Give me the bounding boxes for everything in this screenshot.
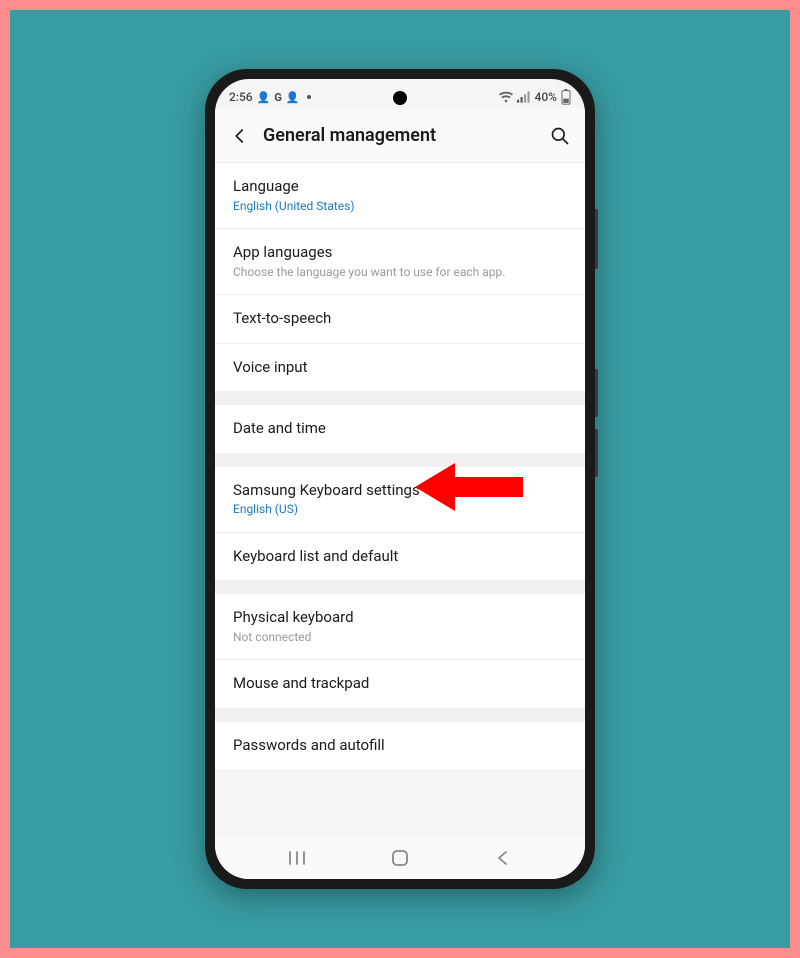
item-title: Keyboard list and default — [233, 547, 567, 567]
phone-side-button — [595, 369, 598, 417]
item-title: Mouse and trackpad — [233, 674, 567, 694]
settings-group: Physical keyboard Not connected Mouse an… — [215, 594, 585, 708]
item-title: Text-to-speech — [233, 309, 567, 329]
item-title: App languages — [233, 243, 567, 263]
item-sub: Not connected — [233, 630, 567, 646]
android-nav-bar — [215, 837, 585, 879]
back-button[interactable] — [229, 125, 251, 147]
nav-back-button[interactable] — [473, 850, 533, 866]
signal-icon — [517, 91, 531, 103]
notification-icon: 👤 — [286, 91, 300, 104]
recents-button[interactable] — [267, 850, 327, 866]
settings-item-samsung-keyboard[interactable]: Samsung Keyboard settings English (US) — [215, 467, 585, 533]
status-left: 2:56 👤 G 👤 — [229, 90, 311, 104]
group-divider — [215, 391, 585, 405]
search-button[interactable] — [549, 125, 571, 147]
settings-group: Language English (United States) App lan… — [215, 163, 585, 391]
item-title: Physical keyboard — [233, 608, 567, 628]
battery-icon — [561, 89, 571, 105]
settings-item-app-languages[interactable]: App languages Choose the language you wa… — [215, 229, 585, 295]
phone-side-button — [595, 429, 598, 477]
status-right: 40% — [499, 89, 571, 105]
item-sub: English (US) — [233, 502, 567, 518]
settings-group: Date and time — [215, 405, 585, 453]
item-sub: English (United States) — [233, 199, 567, 215]
more-notifications-icon — [307, 95, 311, 99]
settings-item-keyboard-list[interactable]: Keyboard list and default — [215, 533, 585, 581]
phone-frame: 2:56 👤 G 👤 40% — [205, 69, 595, 889]
group-divider — [215, 708, 585, 722]
item-title: Voice input — [233, 358, 567, 378]
settings-item-tts[interactable]: Text-to-speech — [215, 295, 585, 344]
group-divider — [215, 453, 585, 467]
settings-item-date-time[interactable]: Date and time — [215, 405, 585, 453]
group-divider — [215, 580, 585, 594]
google-icon: G — [274, 91, 282, 104]
camera-hole — [393, 91, 407, 105]
settings-list: Language English (United States) App lan… — [215, 163, 585, 837]
page-header: General management — [215, 109, 585, 163]
settings-item-physical-keyboard[interactable]: Physical keyboard Not connected — [215, 594, 585, 660]
item-title: Language — [233, 177, 567, 197]
battery-percentage: 40% — [535, 90, 557, 104]
phone-side-button — [595, 209, 598, 269]
wifi-icon — [499, 91, 513, 103]
status-time: 2:56 — [229, 90, 253, 104]
item-title: Date and time — [233, 419, 567, 439]
settings-item-language[interactable]: Language English (United States) — [215, 163, 585, 229]
page-title: General management — [263, 125, 537, 146]
home-button[interactable] — [370, 849, 430, 867]
item-title: Passwords and autofill — [233, 736, 567, 756]
item-sub: Choose the language you want to use for … — [233, 265, 567, 281]
settings-item-mouse-trackpad[interactable]: Mouse and trackpad — [215, 660, 585, 708]
settings-item-passwords-autofill[interactable]: Passwords and autofill — [215, 722, 585, 770]
item-title: Samsung Keyboard settings — [233, 481, 567, 501]
settings-group: Passwords and autofill — [215, 722, 585, 770]
settings-group: Samsung Keyboard settings English (US) K… — [215, 467, 585, 581]
notification-icon: 👤 — [257, 91, 271, 104]
settings-item-voice-input[interactable]: Voice input — [215, 344, 585, 392]
phone-screen: 2:56 👤 G 👤 40% — [215, 79, 585, 879]
